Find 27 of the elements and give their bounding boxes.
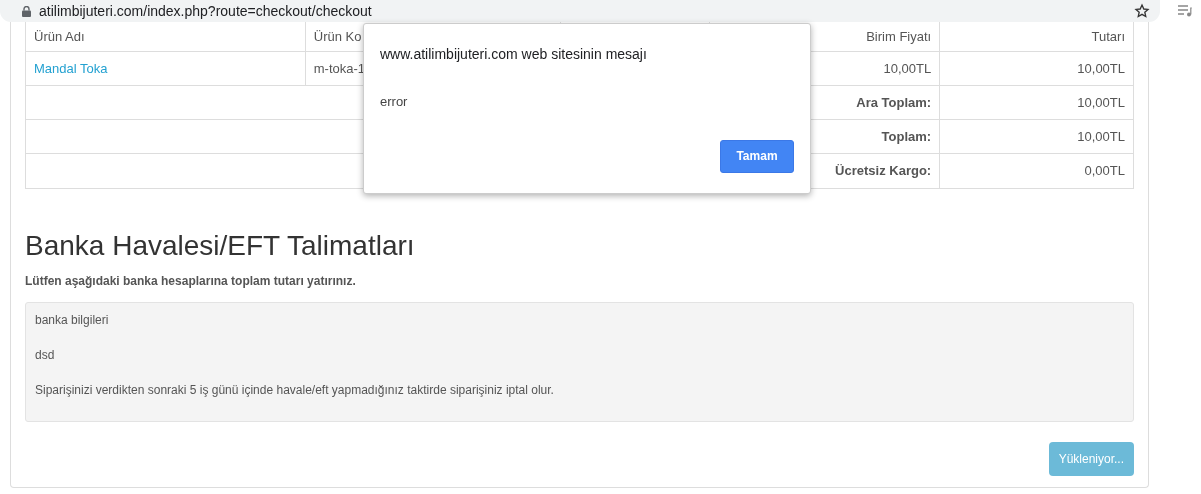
total-value: 10,00TL (1077, 93, 1125, 112)
bank-info-line: Siparişinizi verdikten sonraki 5 iş günü içinde havale/eft yapmadığınız taktirde siparişiniz iptal olur. (35, 382, 555, 398)
instruction-text: Lütfen aşağıdaki banka hesaplarına toplam tutarı yatırınız. (25, 273, 357, 290)
address-bar[interactable]: atilimbijuteri.com/index.php?route=checkout/checkout (0, 0, 1160, 22)
ok-button[interactable]: Tamam (720, 139, 794, 173)
section-title: Banka Havalesi/EFT Talimatları (25, 229, 416, 263)
url-text: atilimbijuteri.com/index.php?route=checkout/checkout (39, 1, 373, 21)
playlist-icon[interactable] (1178, 5, 1192, 17)
table-cell-text: 10,00TL (1077, 59, 1125, 78)
dialog-message: error (380, 93, 409, 111)
bank-info-line: banka bilgileri (35, 312, 110, 328)
total-value: 0,00TL (1084, 162, 1125, 181)
lock-icon (22, 5, 31, 17)
column-header: Birim Fiyatı (866, 27, 932, 46)
total-label: Ücretsiz Kargo: (835, 162, 932, 181)
column-header: Ürün Adı (34, 27, 85, 46)
table-cell-text: m-toka-1 (313, 59, 366, 78)
dialog-title: www.atilimbijuteri.com web sitesinin mesajı (380, 45, 648, 64)
bank-info-line: dsd (35, 347, 56, 363)
column-header: Tutarı (1091, 27, 1125, 46)
total-label: Toplam: (881, 127, 932, 146)
table-cell-text: 10,00TL (883, 59, 932, 78)
column-header: Ürün Ko (313, 27, 362, 46)
product-link[interactable]: Mandal Toka (34, 58, 108, 79)
star-icon[interactable] (1134, 3, 1150, 19)
total-value: 10,00TL (1077, 127, 1125, 146)
total-label: Ara Toplam: (856, 93, 932, 112)
